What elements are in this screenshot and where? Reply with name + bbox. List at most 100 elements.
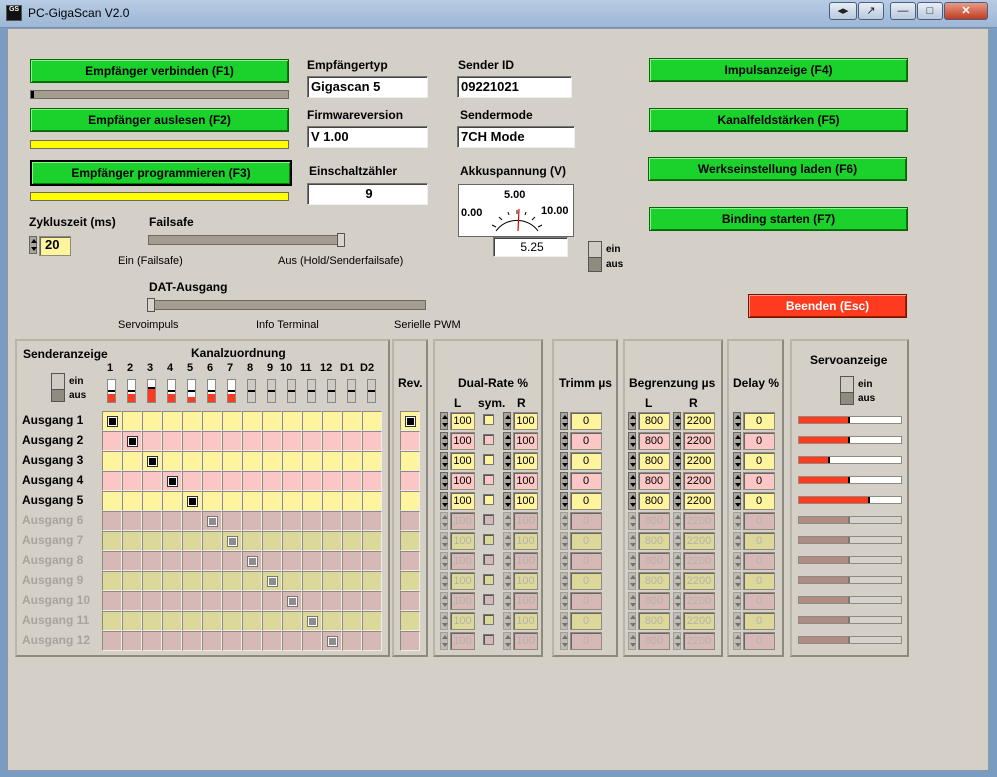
limit-left-spinner[interactable] — [628, 632, 636, 650]
assignment-cell[interactable] — [122, 611, 142, 631]
delay-field[interactable]: 0 — [743, 452, 775, 470]
assignment-cell[interactable] — [322, 591, 342, 611]
dual-rate-right-spinner[interactable] — [503, 492, 511, 510]
dual-rate-sym-checkbox[interactable] — [483, 574, 494, 585]
delay-field[interactable]: 0 — [743, 532, 775, 550]
reverse-cell[interactable] — [400, 411, 420, 431]
limit-left-field[interactable]: 800 — [638, 432, 670, 450]
failsafe-slider-thumb[interactable] — [337, 233, 345, 247]
assignment-cell[interactable] — [122, 431, 142, 451]
delay-spinner[interactable] — [733, 492, 741, 510]
trim-field[interactable]: 0 — [570, 412, 602, 430]
dual-rate-right-field[interactable]: 100 — [513, 452, 538, 470]
assignment-cell[interactable] — [322, 551, 342, 571]
assignment-cell[interactable] — [202, 531, 222, 551]
assignment-cell[interactable] — [262, 611, 282, 631]
trim-field[interactable]: 0 — [570, 472, 602, 490]
assignment-cell[interactable] — [282, 511, 302, 531]
delay-field[interactable]: 0 — [743, 512, 775, 530]
assignment-cell[interactable] — [362, 531, 382, 551]
assignment-cell[interactable] — [102, 551, 122, 571]
assignment-cell[interactable] — [322, 631, 342, 651]
limit-right-spinner[interactable] — [673, 432, 681, 450]
assignment-cell[interactable] — [222, 551, 242, 571]
battery-toggle[interactable] — [588, 241, 602, 272]
delay-spinner[interactable] — [733, 452, 741, 470]
trim-spinner[interactable] — [560, 572, 568, 590]
assignment-cell[interactable] — [102, 511, 122, 531]
limit-left-field[interactable]: 800 — [638, 572, 670, 590]
assignment-cell[interactable] — [302, 571, 322, 591]
assignment-cell[interactable] — [282, 531, 302, 551]
assignment-cell[interactable] — [322, 471, 342, 491]
dual-rate-sym-checkbox[interactable] — [483, 454, 494, 465]
trim-spinner[interactable] — [560, 632, 568, 650]
assignment-cell[interactable] — [222, 511, 242, 531]
assignment-cell[interactable] — [142, 491, 162, 511]
limit-right-field[interactable]: 2200 — [683, 512, 715, 530]
reverse-cell[interactable] — [400, 631, 420, 651]
failsafe-slider-track[interactable] — [148, 235, 343, 245]
assignment-cell[interactable] — [242, 531, 262, 551]
dual-rate-right-field[interactable]: 100 — [513, 472, 538, 490]
limit-left-field[interactable]: 800 — [638, 592, 670, 610]
assignment-cell[interactable] — [362, 411, 382, 431]
cycle-time-spinner[interactable] — [29, 236, 37, 254]
limit-right-field[interactable]: 2200 — [683, 612, 715, 630]
limit-right-spinner[interactable] — [673, 472, 681, 490]
limit-right-spinner[interactable] — [673, 592, 681, 610]
dual-rate-right-field[interactable]: 100 — [513, 432, 538, 450]
connect-receiver-button[interactable]: Empfänger verbinden (F1) — [30, 59, 289, 83]
dual-rate-left-spinner[interactable] — [440, 432, 448, 450]
dual-rate-sym-checkbox[interactable] — [483, 594, 494, 605]
assignment-cell[interactable] — [102, 531, 122, 551]
assignment-cell[interactable] — [142, 631, 162, 651]
assignment-cell[interactable] — [342, 611, 362, 631]
limit-right-field[interactable]: 2200 — [683, 452, 715, 470]
assignment-cell[interactable] — [302, 491, 322, 511]
assignment-cell[interactable] — [122, 411, 142, 431]
reverse-cell[interactable] — [400, 571, 420, 591]
assignment-cell[interactable] — [162, 611, 182, 631]
assignment-cell[interactable] — [342, 551, 362, 571]
trim-field[interactable]: 0 — [570, 632, 602, 650]
limit-left-spinner[interactable] — [628, 612, 636, 630]
assignment-cell[interactable] — [342, 431, 362, 451]
assignment-cell[interactable] — [102, 571, 122, 591]
limit-right-field[interactable]: 2200 — [683, 552, 715, 570]
delay-spinner[interactable] — [733, 612, 741, 630]
assignment-cell[interactable] — [202, 511, 222, 531]
assignment-cell[interactable] — [362, 511, 382, 531]
assignment-cell[interactable] — [142, 551, 162, 571]
delay-spinner[interactable] — [733, 552, 741, 570]
dual-rate-right-field[interactable]: 100 — [513, 572, 538, 590]
reverse-cell[interactable] — [400, 511, 420, 531]
assignment-cell[interactable] — [302, 431, 322, 451]
reverse-cell[interactable] — [400, 531, 420, 551]
limit-left-spinner[interactable] — [628, 492, 636, 510]
delay-field[interactable]: 0 — [743, 492, 775, 510]
assignment-cell[interactable] — [242, 631, 262, 651]
limit-left-spinner[interactable] — [628, 572, 636, 590]
maximize-button[interactable]: □ — [917, 2, 943, 20]
dual-rate-right-field[interactable]: 100 — [513, 412, 538, 430]
load-factory-settings-button[interactable]: Werkseinstellung laden (F6) — [648, 157, 907, 181]
trim-field[interactable]: 0 — [570, 452, 602, 470]
dual-rate-left-field[interactable]: 100 — [450, 432, 475, 450]
assignment-cell[interactable] — [262, 491, 282, 511]
trim-field[interactable]: 0 — [570, 572, 602, 590]
assignment-cell[interactable] — [162, 631, 182, 651]
assignment-cell[interactable] — [222, 411, 242, 431]
assignment-cell[interactable] — [142, 591, 162, 611]
assignment-cell[interactable] — [342, 511, 362, 531]
assignment-cell[interactable] — [362, 631, 382, 651]
restore-arrows-button[interactable]: ◂▸ — [829, 2, 857, 20]
limit-right-field[interactable]: 2200 — [683, 632, 715, 650]
minimize-button[interactable]: — — [890, 2, 916, 20]
assignment-cell[interactable] — [302, 591, 322, 611]
assignment-cell[interactable] — [242, 611, 262, 631]
assignment-cell[interactable] — [182, 551, 202, 571]
dual-rate-left-spinner[interactable] — [440, 592, 448, 610]
assignment-cell[interactable] — [142, 451, 162, 471]
assignment-cell[interactable] — [322, 571, 342, 591]
